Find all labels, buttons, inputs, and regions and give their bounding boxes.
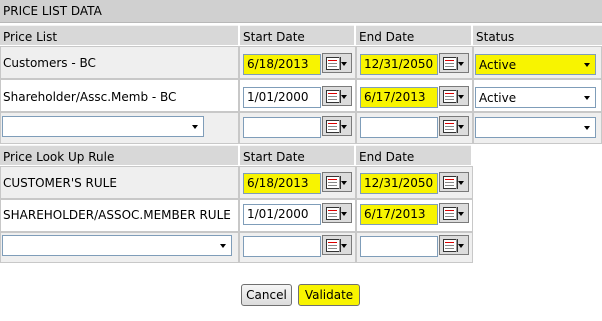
rule-end-date-field[interactable]: 6/17/2013 [360,204,438,225]
end-date-header: End Date [356,25,471,45]
lookup-rule-header: Price Look Up Rule [0,145,238,165]
lookup-rule-name: CUSTOMER'S RULE [3,176,117,190]
start-date-header: Start Date [240,25,354,45]
price-list-name: Customers - BC [3,56,96,70]
calendar-picker-icon[interactable] [322,172,352,192]
price-list-header-label: Price List [3,30,58,44]
status-select[interactable]: Active [475,87,596,108]
end-date-field[interactable] [360,117,438,138]
end-date-field[interactable]: 6/17/2013 [360,87,438,108]
panel-title: PRICE LIST DATA [3,4,102,18]
lookup-rule-name: SHAREHOLDER/ASSOC.MEMBER RULE [3,208,231,222]
status-select[interactable]: Active [475,54,596,75]
price-list-select[interactable] [2,116,204,137]
end-date-header-label: End Date [359,30,415,44]
start-date-header-label: Start Date [243,30,305,44]
chevron-down-icon [220,244,226,248]
calendar-picker-icon[interactable] [439,86,469,106]
calendar-picker-icon[interactable] [322,53,352,73]
calendar-picker-icon[interactable] [439,172,469,192]
rule-start-date-field[interactable] [243,236,321,257]
chevron-down-icon [192,125,198,129]
start-date-field[interactable]: 6/18/2013 [243,54,321,75]
chevron-down-icon [584,126,590,130]
calendar-picker-icon[interactable] [439,203,469,223]
calendar-picker-icon[interactable] [439,53,469,73]
validate-button[interactable]: Validate [298,284,360,306]
calendar-picker-icon[interactable] [322,116,352,136]
status-select[interactable] [475,117,596,138]
status-select-value: Active [479,58,517,72]
start-date-field[interactable] [243,117,321,138]
calendar-picker-icon[interactable] [322,203,352,223]
chevron-down-icon [584,63,590,67]
calendar-picker-icon[interactable] [322,86,352,106]
rule-start-date-header: Start Date [240,145,354,165]
status-header-label: Status [476,30,515,44]
lookup-rule-header-label: Price Look Up Rule [3,150,115,164]
rule-end-date-header: End Date [356,145,471,165]
rule-start-date-field[interactable]: 6/18/2013 [243,173,321,194]
end-date-field[interactable]: 12/31/2050 [360,54,438,75]
price-list-header: Price List [0,25,238,45]
rule-end-date-field[interactable] [360,236,438,257]
rule-start-date-header-label: Start Date [243,150,305,164]
start-date-field[interactable]: 1/01/2000 [243,87,321,108]
status-select-value: Active [479,91,517,105]
chevron-down-icon [584,96,590,100]
calendar-picker-icon[interactable] [439,235,469,255]
price-list-panel: PRICE LIST DATA Price List Start Date En… [0,0,602,263]
price-list-name: Shareholder/Assc.Memb - BC [3,90,177,104]
calendar-picker-icon[interactable] [439,116,469,136]
panel-title-bar: PRICE LIST DATA [0,0,602,23]
rule-end-date-field[interactable]: 12/31/2050 [360,173,438,194]
calendar-picker-icon[interactable] [322,235,352,255]
lookup-rule-select[interactable] [2,235,232,256]
rule-end-date-header-label: End Date [359,150,415,164]
rule-start-date-field[interactable]: 1/01/2000 [243,204,321,225]
cancel-button[interactable]: Cancel [241,284,292,306]
status-header: Status [473,25,602,45]
